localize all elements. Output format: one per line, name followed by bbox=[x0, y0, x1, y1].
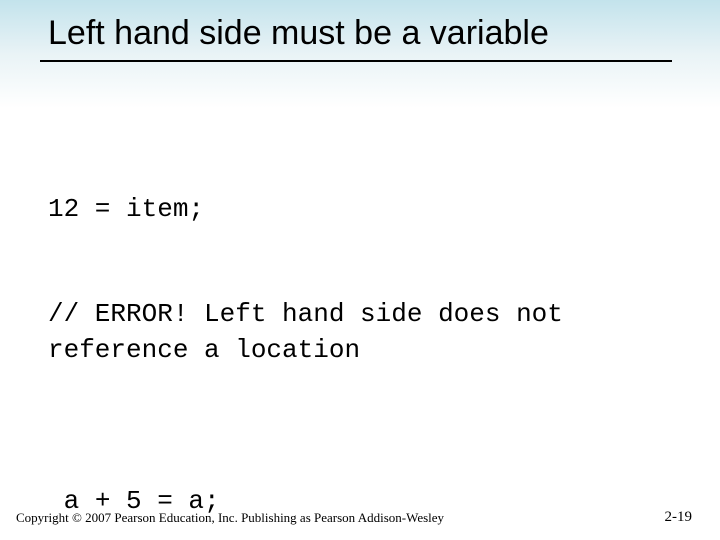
code-line-2: // ERROR! Left hand side does not refere… bbox=[48, 297, 688, 367]
footer-copyright: Copyright © 2007 Pearson Education, Inc.… bbox=[16, 510, 444, 526]
slide: Left hand side must be a variable 12 = i… bbox=[0, 0, 720, 540]
slide-title: Left hand side must be a variable bbox=[48, 14, 688, 53]
slide-body: 12 = item; // ERROR! Left hand side does… bbox=[48, 122, 688, 540]
title-underline bbox=[40, 60, 672, 62]
footer-page-number: 2-19 bbox=[665, 509, 693, 526]
code-line-1: 12 = item; bbox=[48, 192, 688, 227]
